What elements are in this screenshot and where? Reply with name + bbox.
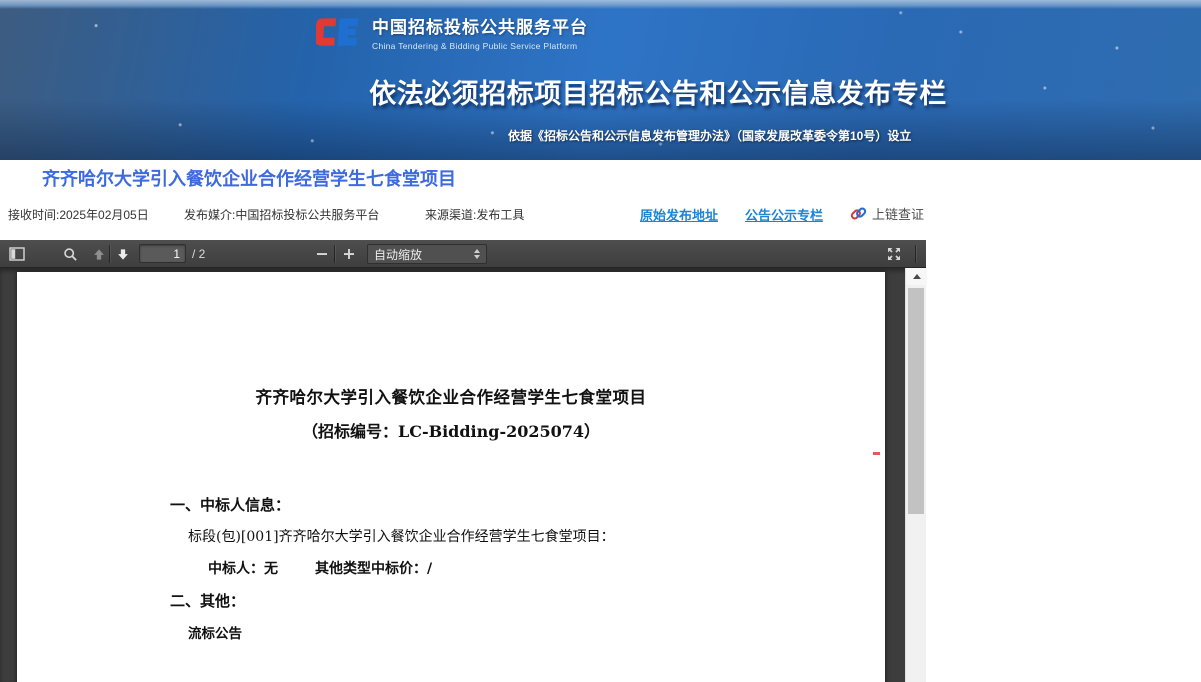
banner-top-strip <box>0 0 1201 9</box>
site-banner: 中国招标投标公共服务平台 China Tendering & Bidding P… <box>0 0 1201 160</box>
next-page-button[interactable] <box>112 243 134 265</box>
sidebar-toggle-button[interactable] <box>6 243 28 265</box>
article-meta-row: 接收时间:2025年02月05日 发布媒介:中国招标投标公共服务平台 来源渠道:… <box>0 204 1201 222</box>
select-carets-icon <box>474 249 480 259</box>
doc-section1-heading: 一、中标人信息： <box>170 494 290 515</box>
original-publish-link[interactable]: 原始发布地址 <box>640 205 718 224</box>
zoom-out-button[interactable] <box>311 243 333 265</box>
blockchain-verify-label: 上链查证 <box>872 204 924 223</box>
scrollbar-thumb[interactable] <box>908 288 924 514</box>
red-annotation-mark <box>873 452 880 455</box>
doc-section2-heading: 二、其他： <box>170 590 245 611</box>
viewer-scrollbar[interactable] <box>905 268 926 682</box>
toolbar-separator <box>109 245 110 263</box>
triangle-up-icon <box>913 274 921 279</box>
page-number-input[interactable] <box>139 244 186 263</box>
platform-name-cn: 中国招标投标公共服务平台 <box>372 13 588 38</box>
article-title: 齐齐哈尔大学引入餐饮企业合作经营学生七食堂项目 <box>42 165 456 191</box>
doc-winner-line: 中标人：无 <box>208 558 278 578</box>
doc-bid-number: （招标编号：LC-Bidding-2025074） <box>17 418 885 442</box>
zoom-in-button[interactable] <box>338 243 360 265</box>
plus-icon <box>342 247 356 261</box>
pdf-viewer-canvas-area: 齐齐哈尔大学引入餐饮企业合作经营学生七食堂项目 （招标编号：LC-Bidding… <box>0 268 926 682</box>
meta-publish-medium: 发布媒介:中国招标投标公共服务平台 <box>184 206 379 223</box>
meta-receive-time: 接收时间:2025年02月05日 <box>8 206 149 223</box>
pdf-page: 齐齐哈尔大学引入餐饮企业合作经营学生七食堂项目 （招标编号：LC-Bidding… <box>17 272 885 682</box>
meta-source-channel: 来源渠道:发布工具 <box>425 206 524 223</box>
toolbar-separator <box>334 245 335 263</box>
page-total-label: / 2 <box>192 247 205 261</box>
doc-title: 齐齐哈尔大学引入餐饮企业合作经营学生七食堂项目 <box>17 384 885 408</box>
minus-icon <box>315 247 329 261</box>
doc-lot-line: 标段(包)[001]齐齐哈尔大学引入餐饮企业合作经营学生七食堂项目： <box>188 526 615 546</box>
zoom-scale-value: 自动缩放 <box>374 246 474 263</box>
search-icon <box>63 247 78 262</box>
doc-other-price: 其他类型中标价：/ <box>315 558 432 578</box>
site-logo: 中国招标投标公共服务平台 China Tendering & Bidding P… <box>316 13 588 51</box>
platform-logo-icon <box>316 13 362 51</box>
find-button[interactable] <box>59 243 81 265</box>
doc-failed-bid-notice: 流标公告 <box>188 622 242 642</box>
presentation-mode-button[interactable] <box>883 243 905 265</box>
sidebar-toggle-icon <box>9 247 25 261</box>
arrow-up-icon <box>91 247 107 262</box>
banner-subnote: 依据《招标公告和公示信息发布管理办法》（国家发展改革委令第10号）设立 <box>508 127 911 144</box>
toolbar-separator <box>915 245 916 263</box>
pdf-toolbar: / 2 自动缩放 <box>0 240 926 268</box>
previous-page-button[interactable] <box>88 243 110 265</box>
banner-main-title: 依法必须招标项目招标公告和公示信息发布专栏 <box>358 72 958 111</box>
scroll-up-button[interactable] <box>906 268 927 285</box>
arrow-down-icon <box>115 247 131 262</box>
fullscreen-icon <box>886 246 902 262</box>
blockchain-verify-link[interactable]: 上链查证 <box>850 204 924 223</box>
chain-link-icon <box>850 205 867 222</box>
announcement-column-link[interactable]: 公告公示专栏 <box>745 205 823 224</box>
platform-name-en: China Tendering & Bidding Public Service… <box>372 41 588 51</box>
zoom-scale-select[interactable]: 自动缩放 <box>367 244 487 264</box>
pdf-viewer: / 2 自动缩放 <box>0 240 926 682</box>
platform-name: 中国招标投标公共服务平台 China Tendering & Bidding P… <box>372 13 588 51</box>
